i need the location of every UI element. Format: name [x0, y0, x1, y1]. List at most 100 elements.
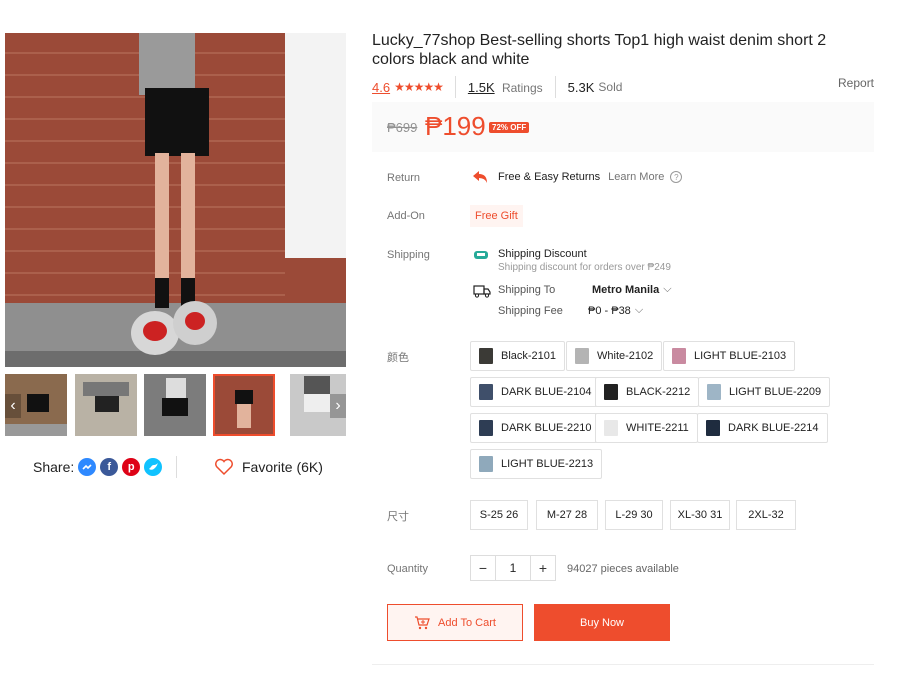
ratings-label: Ratings	[501, 80, 543, 95]
free-gift-badge[interactable]: Free Gift	[470, 205, 523, 227]
size-option[interactable]: S-25 26	[470, 500, 528, 530]
share-divider	[176, 456, 177, 478]
swatch-thumbnail	[479, 348, 493, 364]
chevron-down-icon: ⌵	[663, 283, 672, 295]
add-to-cart-button[interactable]: Add To Cart	[387, 604, 523, 641]
color-option[interactable]: LIGHT BLUE-2103	[663, 341, 796, 371]
thumbnail-4[interactable]	[213, 374, 275, 436]
thumbnail-2[interactable]	[75, 374, 137, 436]
color-option-label: DARK BLUE-2104	[501, 386, 592, 398]
original-price: ₱699	[387, 120, 418, 135]
chevron-right-icon: ›	[335, 397, 341, 414]
size-label: 尺寸	[387, 511, 409, 523]
share-row: Share: f p	[33, 458, 163, 476]
color-label: 颜色	[387, 352, 409, 364]
return-arrow-icon	[473, 171, 487, 183]
twitter-icon[interactable]	[144, 458, 163, 476]
thumbnail-strip: ‹ ›	[5, 374, 346, 437]
swatch-thumbnail	[604, 384, 618, 400]
divider	[372, 664, 874, 665]
size-option[interactable]: 2XL-32	[736, 500, 796, 530]
sold-label: Sold	[598, 80, 623, 94]
thumbnail-3[interactable]	[144, 374, 206, 436]
return-text: Free & Easy Returns	[498, 171, 601, 183]
color-option[interactable]: DARK BLUE-2210	[470, 413, 601, 443]
facebook-icon[interactable]: f	[100, 458, 119, 476]
size-option[interactable]: M-27 28	[536, 500, 598, 530]
color-option-label: White-2102	[597, 350, 654, 362]
buy-now-button[interactable]: Buy Now	[534, 604, 670, 641]
color-option-label: LIGHT BLUE-2103	[694, 350, 787, 362]
gallery-next-button[interactable]: ›	[330, 394, 346, 418]
swatch-thumbnail	[575, 348, 589, 364]
heart-icon	[215, 458, 233, 476]
gallery-prev-button[interactable]: ‹	[5, 394, 21, 418]
messenger-icon[interactable]	[78, 458, 97, 476]
swatch-thumbnail	[672, 348, 686, 364]
chevron-down-icon: ⌵	[634, 304, 644, 316]
color-option[interactable]: DARK BLUE-2104	[470, 377, 601, 407]
shipping-to-value: Metro Manila	[592, 283, 660, 296]
help-icon[interactable]: ?	[670, 171, 683, 183]
quantity-stepper: − 1 +	[470, 555, 556, 581]
sold-count: 5.3K	[567, 79, 595, 95]
color-option-label: WHITE-2211	[626, 422, 689, 434]
rating-stars-icon: ★★★★★	[394, 80, 444, 94]
return-row: Free & Easy Returns Learn More ?	[472, 169, 683, 185]
rating-value[interactable]: 4.6	[372, 80, 390, 95]
swatch-thumbnail	[479, 384, 493, 400]
pinterest-icon[interactable]: p	[122, 458, 141, 476]
color-option[interactable]: LIGHT BLUE-2209	[698, 377, 831, 407]
favorite-button[interactable]: Favorite (6K)	[214, 458, 323, 476]
addon-label: Add-On	[387, 210, 425, 222]
report-link[interactable]: Report	[838, 76, 874, 90]
shipping-fee-select[interactable]: ₱0 - ₱38 ⌵	[588, 304, 643, 317]
color-option-label: DARK BLUE-2210	[501, 422, 592, 434]
stats-divider	[554, 76, 556, 98]
product-title: Lucky_77shop Best-selling shorts Top1 hi…	[372, 32, 827, 68]
main-product-image[interactable]	[5, 33, 346, 367]
swatch-thumbnail	[706, 420, 720, 436]
price-box: ₱699 ₱199 72% OFF	[372, 102, 874, 152]
color-option[interactable]: BLACK-2212	[595, 377, 700, 407]
color-option[interactable]: White-2102	[566, 341, 663, 371]
shipping-discount-icon	[474, 251, 488, 259]
shipping-to-label: Shipping To	[498, 284, 556, 296]
shipping-to-select[interactable]: Metro Manila ⌵	[592, 283, 672, 296]
swatch-thumbnail	[707, 384, 721, 400]
shipping-fee-value: ₱0 - ₱38	[588, 304, 631, 317]
color-option[interactable]: Black-2101	[470, 341, 566, 371]
shipping-discount-note: Shipping discount for orders over ₱249	[498, 262, 671, 273]
color-option[interactable]: DARK BLUE-2214	[697, 413, 828, 443]
chevron-left-icon: ‹	[10, 397, 16, 414]
product-stats: 4.6 ★★★★★ 1.5K Ratings 5.3K Sold	[372, 76, 622, 98]
color-option-label: Black-2101	[501, 350, 557, 362]
color-option-label: BLACK-2212	[626, 386, 691, 398]
color-option-label: DARK BLUE-2214	[728, 422, 819, 434]
share-label: Share:	[33, 459, 75, 475]
shipping-discount-title: Shipping Discount	[498, 248, 587, 260]
color-option[interactable]: LIGHT BLUE-2213	[470, 449, 603, 479]
color-option-label: LIGHT BLUE-2213	[501, 458, 594, 470]
current-price: ₱199	[425, 111, 486, 141]
swatch-thumbnail	[479, 456, 493, 472]
add-to-cart-label: Add To Cart	[438, 616, 496, 629]
truck-icon	[473, 285, 491, 298]
size-option[interactable]: L-29 30	[605, 500, 663, 530]
learn-more-link[interactable]: Learn More	[608, 171, 664, 183]
swatch-thumbnail	[604, 420, 618, 436]
quantity-input[interactable]: 1	[496, 555, 530, 581]
ratings-count: 1.5K	[467, 79, 495, 95]
stats-divider	[454, 76, 456, 98]
cart-icon	[415, 615, 430, 629]
return-label: Return	[387, 172, 421, 184]
color-option-label: LIGHT BLUE-2209	[729, 386, 822, 398]
ratings-link[interactable]: 1.5K Ratings	[468, 80, 543, 95]
shipping-label: Shipping	[387, 249, 430, 261]
size-option[interactable]: XL-30 31	[670, 500, 730, 530]
quantity-label: Quantity	[387, 563, 428, 575]
favorite-label: Favorite (6K)	[242, 459, 323, 475]
decrease-quantity-button[interactable]: −	[470, 555, 496, 581]
color-option[interactable]: WHITE-2211	[595, 413, 698, 443]
increase-quantity-button[interactable]: +	[530, 555, 556, 581]
